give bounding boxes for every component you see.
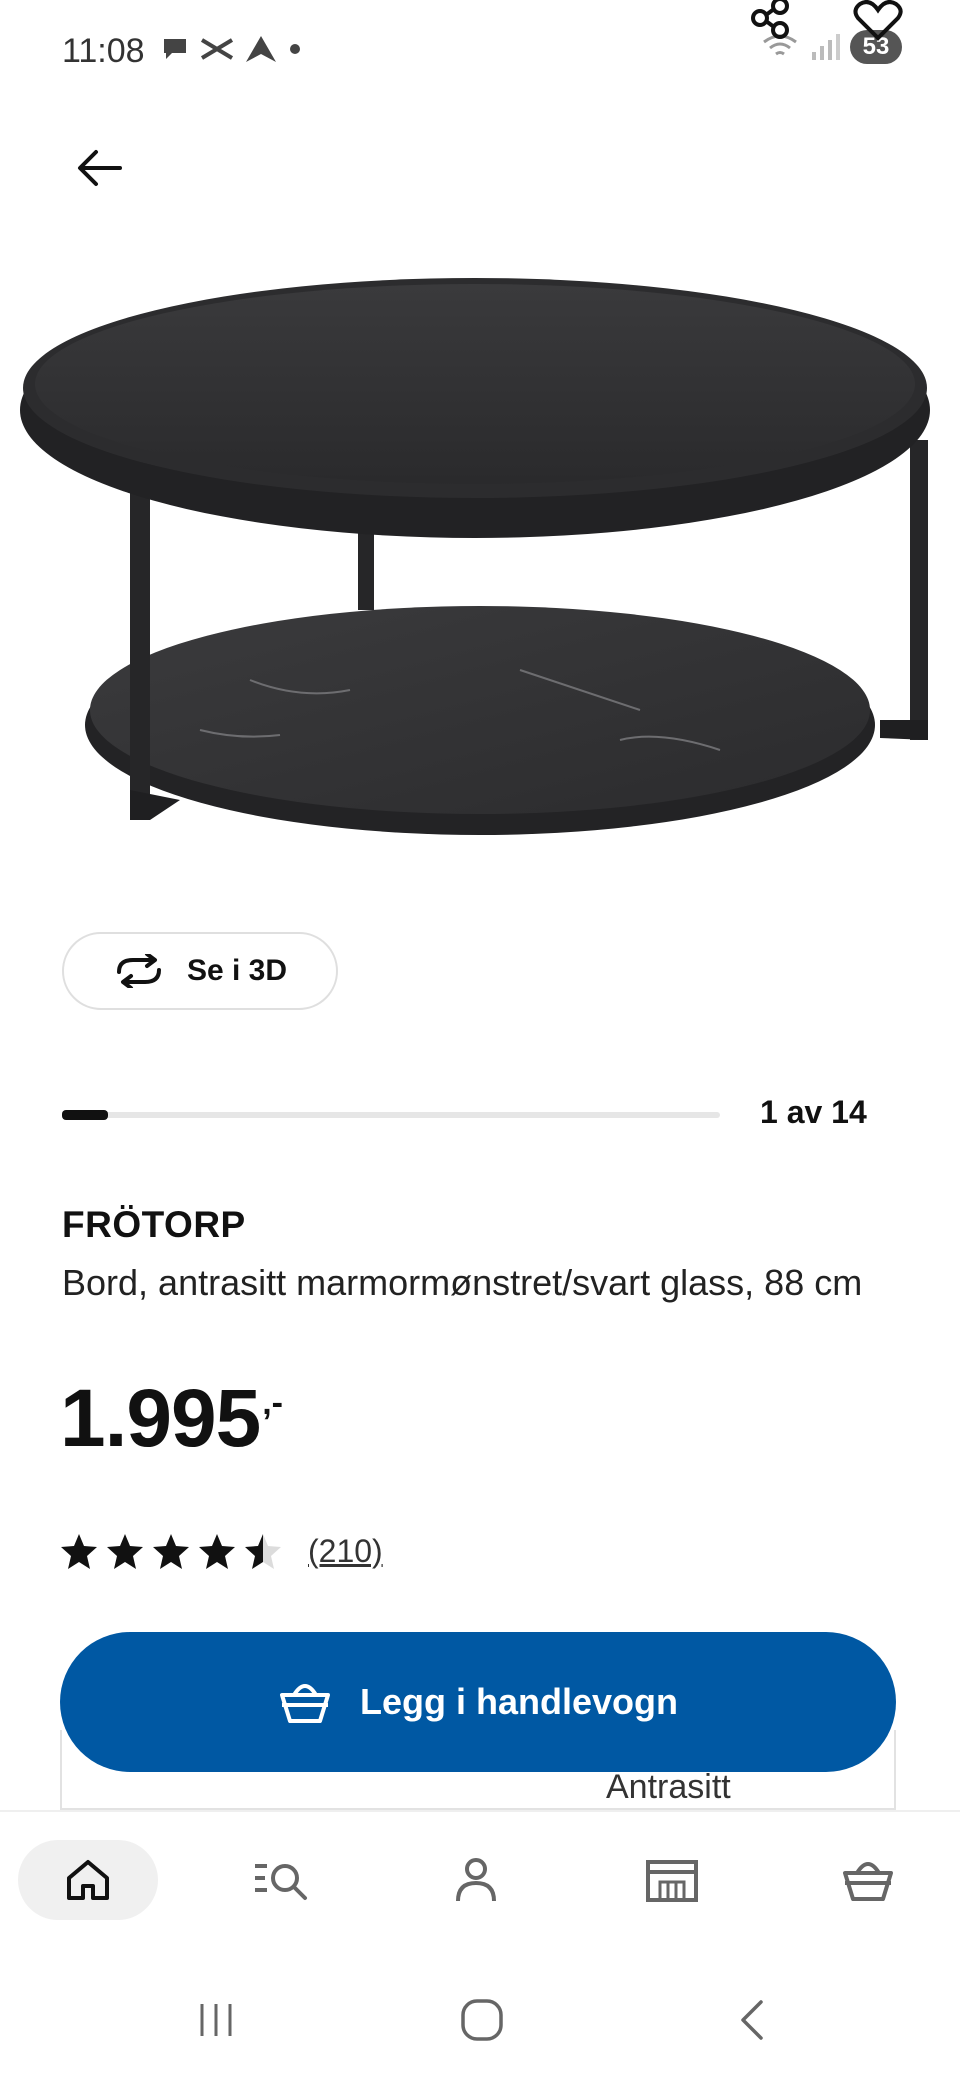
image-progress-track	[62, 1112, 720, 1118]
variant-color-label: Antrasitt	[606, 1768, 731, 1806]
home-circle-icon	[461, 1999, 503, 2041]
recents-button[interactable]	[176, 1990, 256, 2050]
status-time: 11:08	[62, 32, 145, 70]
navigation-icon	[246, 36, 276, 62]
price-suffix: ,-	[262, 1384, 283, 1422]
arrow-left-icon	[78, 150, 122, 186]
view-3d-label: Se i 3D	[186, 954, 288, 987]
product-image[interactable]	[0, 260, 960, 880]
nav-cart[interactable]	[798, 1840, 938, 1920]
star-icon	[107, 1534, 143, 1569]
profile-icon	[456, 1858, 496, 1902]
star-icon	[153, 1534, 189, 1569]
store-icon	[646, 1860, 698, 1902]
heart-icon	[853, 0, 903, 41]
rotate-3d-icon	[116, 954, 161, 988]
cart-basket-icon	[843, 1862, 893, 1901]
favorite-button[interactable]	[848, 0, 908, 44]
search-list-icon	[255, 1864, 307, 1900]
image-counter: 1 av 14	[760, 1094, 867, 1130]
product-description: Bord, antrasitt marmormønstret/svart gla…	[62, 1262, 863, 1303]
add-to-cart-button[interactable]: Legg i handlevogn	[60, 1632, 896, 1772]
basket-icon	[279, 1684, 330, 1723]
product-price: 1.995 ,-	[60, 1378, 283, 1460]
back-system-button[interactable]	[712, 1990, 792, 2050]
star-icon	[199, 1534, 235, 1569]
nav-search[interactable]	[212, 1840, 352, 1920]
nav-store[interactable]	[602, 1840, 742, 1920]
status-notification-icons	[160, 34, 302, 64]
star-icon	[61, 1534, 97, 1569]
bottom-navigation	[0, 1810, 960, 1962]
chevron-left-icon	[741, 2000, 763, 2040]
back-button[interactable]	[62, 130, 138, 206]
share-icon	[751, 0, 789, 39]
rating[interactable]: (210)	[60, 1532, 383, 1570]
home-system-button[interactable]	[442, 1990, 522, 2050]
review-count-link[interactable]: (210)	[308, 1533, 383, 1570]
recents-icon	[200, 2004, 232, 2036]
nav-profile[interactable]	[406, 1840, 546, 1920]
star-icon	[245, 1534, 281, 1569]
home-icon	[67, 1860, 109, 1900]
shuffle-icon	[200, 38, 234, 60]
chat-icon	[164, 39, 186, 59]
system-navigation	[0, 1960, 960, 2080]
add-to-cart-label: Legg i handlevogn	[359, 1681, 678, 1722]
view-3d-button[interactable]: Se i 3D	[62, 932, 338, 1010]
signal-icon	[812, 34, 840, 60]
share-button[interactable]	[740, 0, 800, 44]
price-main: 1.995	[60, 1373, 261, 1464]
image-progress-fill	[62, 1110, 108, 1120]
product-name: FRÖTORP	[62, 1204, 246, 1245]
dot-icon	[290, 44, 300, 54]
nav-home[interactable]	[18, 1840, 158, 1920]
